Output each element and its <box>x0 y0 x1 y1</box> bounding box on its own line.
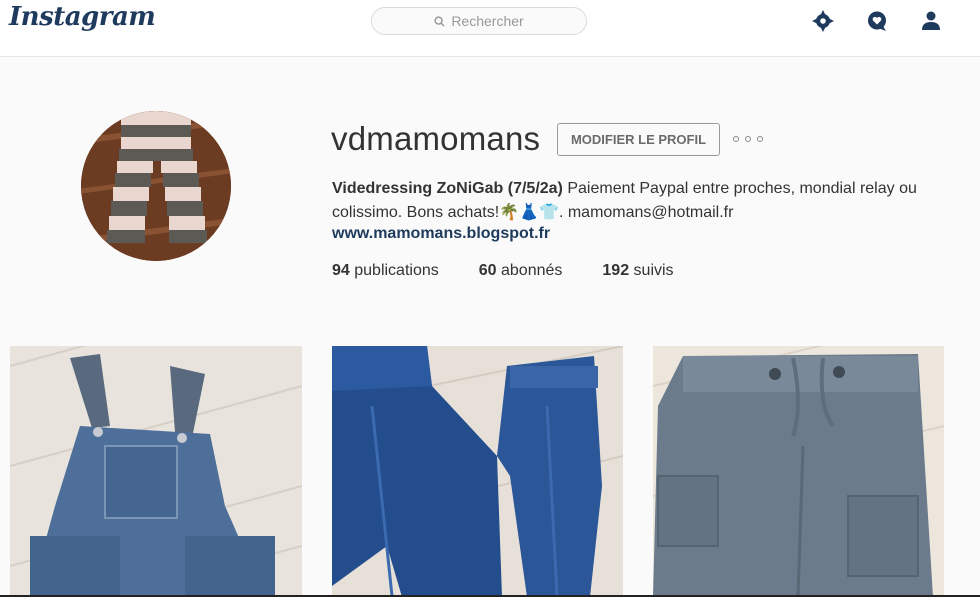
posts-count: 94 publications <box>332 262 439 280</box>
followers-count[interactable]: 60 abonnés <box>479 262 563 280</box>
explore-icon[interactable] <box>808 8 838 34</box>
post-thumbnail-grey-cargo-pants[interactable] <box>653 346 944 597</box>
top-navigation-bar: Instagram Rechercher <box>0 0 980 57</box>
header-actions <box>808 8 946 34</box>
post-thumbnail-denim-overalls[interactable] <box>10 346 302 597</box>
following-number: 192 <box>602 262 630 279</box>
instagram-logo[interactable]: Instagram <box>9 2 156 32</box>
edit-profile-button[interactable]: MODIFIER LE PROFIL <box>557 123 720 156</box>
profile-bio: Videdressing ZoNiGab (7/5/2a) Paiement P… <box>332 177 952 225</box>
bio-name: Videdressing ZoNiGab (7/5/2a) <box>332 180 563 197</box>
posts-number: 94 <box>332 262 350 279</box>
profile-stats: 94 publications 60 abonnés 192 suivis <box>332 262 714 280</box>
search-placeholder: Rechercher <box>451 13 524 29</box>
profile-icon[interactable] <box>916 8 946 34</box>
dot-icon <box>733 136 739 142</box>
followers-label: abonnés <box>496 262 563 279</box>
more-options-button[interactable] <box>733 131 763 147</box>
followers-number: 60 <box>478 262 497 279</box>
following-label: suivis <box>629 262 674 279</box>
website-link[interactable]: www.mamomans.blogspot.fr <box>332 225 550 243</box>
dot-icon <box>757 136 763 142</box>
activity-icon[interactable] <box>862 8 892 34</box>
post-thumbnail-blue-jeans[interactable] <box>332 346 623 597</box>
profile-username: vdmamomans <box>331 120 541 157</box>
search-input[interactable]: Rechercher <box>371 7 587 35</box>
search-icon <box>434 15 445 27</box>
posts-label: publications <box>349 262 439 279</box>
dot-icon <box>745 136 751 142</box>
following-count[interactable]: 192 suivis <box>602 262 673 280</box>
profile-avatar[interactable] <box>81 111 231 261</box>
